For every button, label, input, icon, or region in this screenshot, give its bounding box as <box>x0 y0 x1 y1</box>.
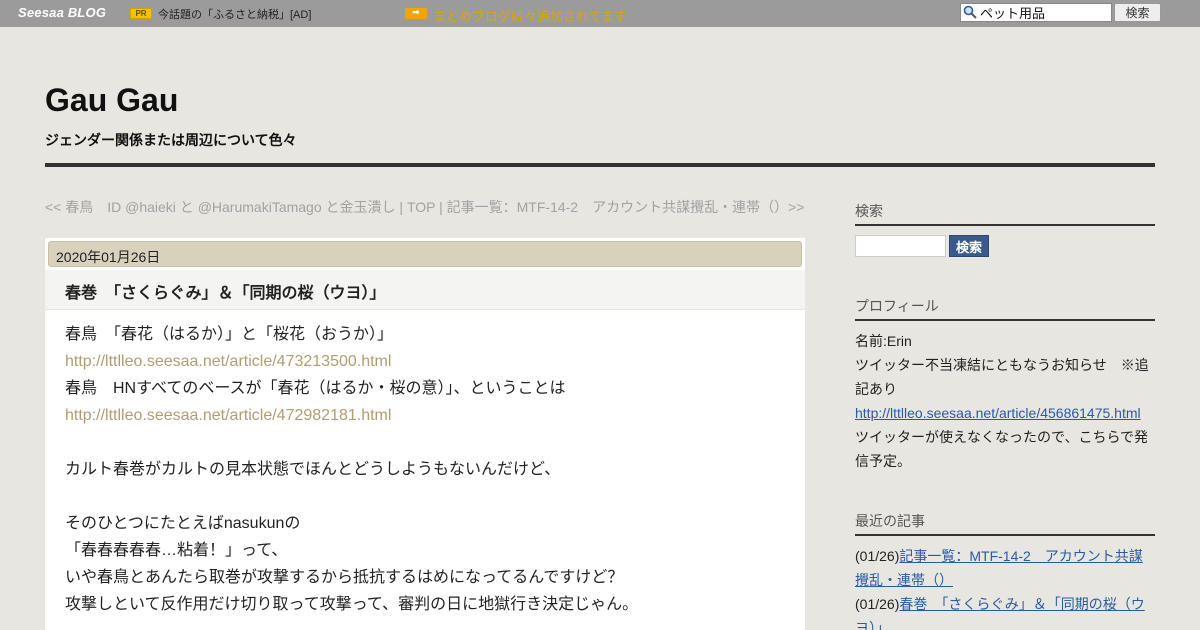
profile-notice: 記あり <box>855 381 897 397</box>
body-line: 春鳥 「春花（はるか）」と「桜花（おうか）」 <box>65 326 394 343</box>
news-link[interactable]: まとめブログ続々追加されてます <box>433 6 627 25</box>
nav-separator: | <box>395 199 407 215</box>
body-line: カルト春巻がカルトの見本状態でほんとどうしようもないんだけど、 <box>65 461 561 478</box>
list-item: (01/26)春巻 「さくらぐみ」＆「同期の桜（ウ <box>855 596 1145 612</box>
body-line: 春鳥 HNすべてのベースが「春花（はるか・桜の意）」、ということは <box>65 380 566 397</box>
top-link[interactable]: TOP <box>407 199 435 215</box>
profile-notice: ツイッター不当凍結にともなうお知らせ ※追 <box>855 357 1149 373</box>
body-line: 攻撃しといて反作用だけ切り取って攻撃って、審判の日に地獄行き決定じゃん。 <box>65 596 639 613</box>
profile-link[interactable]: http://lttlleo.seesaa.net/article/456861… <box>855 405 1141 421</box>
pr-badge: PR <box>130 8 152 19</box>
article-date-bar: 2020年01月26日 <box>48 241 802 267</box>
prev-article-link[interactable]: << 春鳥 ID @haieki と @HarumakiTamago と金玉潰し <box>45 199 396 215</box>
article-link[interactable]: http://lttlleo.seesaa.net/article/473213… <box>65 353 391 370</box>
article-title-bar: 春巻 「さくらぐみ」＆「同期の桜（ウヨ）」 <box>45 270 805 310</box>
article: 2020年01月26日 春巻 「さくらぐみ」＆「同期の桜（ウヨ）」 春鳥 「春花… <box>45 238 805 630</box>
sidebar-profile: 名前:Erin ツイッター不当凍結にともなうお知らせ ※追 記あり http:/… <box>855 329 1155 473</box>
seesaa-blog-logo[interactable]: Seesaa BLOG <box>18 5 106 20</box>
sidebar-recent-list: (01/26)記事一覧：MTF-14-2 アカウント共謀 攪乱・連帯（） (01… <box>855 544 1155 630</box>
body-line: 「春春春春春…粘着！」って、 <box>65 542 288 559</box>
recent-article-link[interactable]: ヨ）」 <box>855 620 890 630</box>
article-body: 春鳥 「春花（はるか）」と「桜花（おうか）」 http://lttlleo.se… <box>65 321 795 618</box>
arrow-right-icon: ➡ <box>405 8 427 19</box>
profile-name: 名前:Erin <box>855 333 912 349</box>
profile-note: 信予定。 <box>855 453 911 469</box>
sidebar-profile-heading: プロフィール <box>855 296 1155 321</box>
recent-article-link[interactable]: 攪乱・連帯（） <box>855 572 953 588</box>
article-nav: << 春鳥 ID @haieki と @HarumakiTamago と金玉潰し… <box>45 198 805 217</box>
top-bar: Seesaa BLOG PR 今話題の「ふるさと納税」[AD] ➡ まとめブログ… <box>0 0 1200 27</box>
list-item: ヨ）」 <box>855 616 1155 630</box>
profile-note: ツイッターが使えなくなったので、こちらで発 <box>855 429 1149 445</box>
header-divider <box>45 163 1155 167</box>
topbar-search-button[interactable]: 検索 <box>1114 3 1161 22</box>
recent-article-link[interactable]: 春巻 「さくらぐみ」＆「同期の桜（ウ <box>899 596 1144 612</box>
article-link[interactable]: http://lttlleo.seesaa.net/article/472982… <box>65 407 391 424</box>
body-line: http://lttlleo.seesaa.net/article/472982… <box>65 402 795 429</box>
sidebar-search-input[interactable] <box>855 235 946 257</box>
body-line <box>65 483 795 510</box>
list-item: (01/26)記事一覧：MTF-14-2 アカウント共謀 <box>855 548 1143 564</box>
sidebar-recent-heading: 最近の記事 <box>855 511 1155 536</box>
site-description: ジェンダー関係または周辺について色々 <box>45 132 297 148</box>
topbar-search-box <box>960 3 1112 22</box>
site-title[interactable]: Gau Gau <box>45 82 178 119</box>
next-article-link[interactable]: 記事一覧：MTF-14-2 アカウント共謀攪乱・連帯（）>> <box>447 199 805 215</box>
topbar-search-input[interactable] <box>980 4 1110 21</box>
sidebar-search-button[interactable]: 検索 <box>949 235 989 257</box>
article-date: 2020年01月26日 <box>56 249 161 265</box>
body-line: いや春鳥とあんたら取巻が攻撃するから抵抗するはめになってるんですけど？ <box>65 569 624 586</box>
body-line <box>65 429 795 456</box>
recent-article-link[interactable]: 記事一覧：MTF-14-2 アカウント共謀 <box>899 548 1142 564</box>
list-item: 攪乱・連帯（） <box>855 568 1155 592</box>
search-icon <box>963 5 977 19</box>
sidebar-search-heading: 検索 <box>855 201 1155 226</box>
ad-link[interactable]: 今話題の「ふるさと納税」[AD] <box>158 6 311 22</box>
body-line: そのひとつにたとえばnasukunの <box>65 515 301 532</box>
nav-separator: | <box>435 199 447 215</box>
article-title[interactable]: 春巻 「さくらぐみ」＆「同期の桜（ウヨ）」 <box>65 279 385 303</box>
body-line: http://lttlleo.seesaa.net/article/473213… <box>65 348 795 375</box>
